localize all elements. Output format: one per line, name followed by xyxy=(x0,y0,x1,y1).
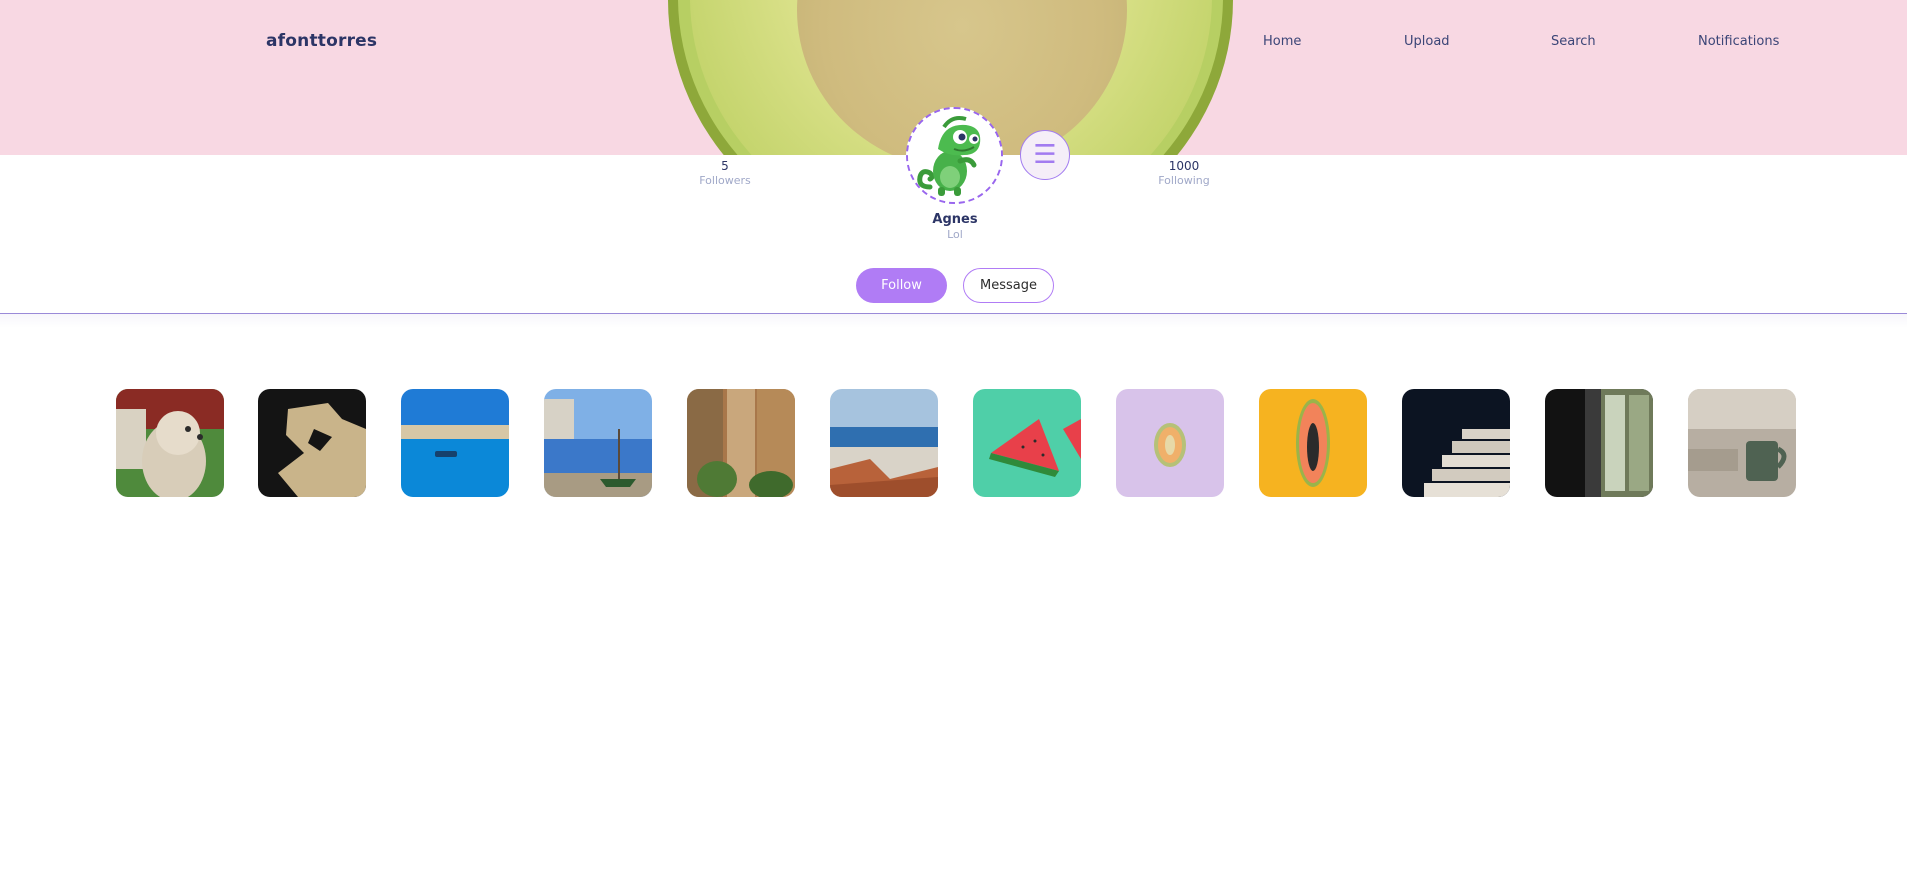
gallery-photo[interactable] xyxy=(1116,389,1224,497)
gallery-photo[interactable] xyxy=(116,389,224,497)
window-photo-icon xyxy=(1545,389,1653,497)
coffee-mug-photo-icon xyxy=(1688,389,1796,497)
dog-photo-icon xyxy=(116,389,224,497)
gallery-photo[interactable] xyxy=(544,389,652,497)
chameleon-avatar-icon xyxy=(908,109,1001,202)
profile-menu-button[interactable]: ☰ xyxy=(1020,130,1070,180)
message-button[interactable]: Message xyxy=(963,268,1054,303)
stone-alley-photo-icon xyxy=(687,389,795,497)
brand-logo[interactable]: afonttorres xyxy=(266,31,377,51)
papaya-photo-icon xyxy=(1259,389,1367,497)
paint-photo-icon xyxy=(258,389,366,497)
nav-upload[interactable]: Upload xyxy=(1404,34,1450,49)
melon-photo-icon xyxy=(1116,389,1224,497)
nav-search[interactable]: Search xyxy=(1551,34,1596,49)
followers-count: 5 xyxy=(721,159,729,173)
gallery-photo[interactable] xyxy=(830,389,938,497)
gallery-photo[interactable] xyxy=(1545,389,1653,497)
photo-gallery xyxy=(116,389,1796,497)
seaside-street-photo-icon xyxy=(544,389,652,497)
following-stat[interactable]: 1000 Following xyxy=(1124,159,1244,187)
follow-button[interactable]: Follow xyxy=(856,268,947,303)
profile-bio: Lol xyxy=(947,228,963,241)
profile-page: afonttorres Home Upload Search Notificat… xyxy=(0,0,1907,892)
gallery-photo[interactable] xyxy=(1688,389,1796,497)
followers-label: Followers xyxy=(699,174,751,187)
divider-shadow xyxy=(0,314,1907,328)
followers-stat[interactable]: 5 Followers xyxy=(665,159,785,187)
avatar xyxy=(906,107,1003,204)
gallery-photo[interactable] xyxy=(687,389,795,497)
profile-name: Agnes xyxy=(932,212,978,227)
rooftops-photo-icon xyxy=(830,389,938,497)
gallery-photo[interactable] xyxy=(973,389,1081,497)
gallery-photo[interactable] xyxy=(401,389,509,497)
watermelon-photo-icon xyxy=(973,389,1081,497)
gallery-photo[interactable] xyxy=(1259,389,1367,497)
books-photo-icon xyxy=(1402,389,1510,497)
nav-home[interactable]: Home xyxy=(1263,34,1301,49)
harbor-photo-icon xyxy=(401,389,509,497)
gallery-photo[interactable] xyxy=(258,389,366,497)
hamburger-menu-icon: ☰ xyxy=(1033,140,1057,170)
nav-notifications[interactable]: Notifications xyxy=(1698,34,1779,49)
gallery-photo[interactable] xyxy=(1402,389,1510,497)
following-count: 1000 xyxy=(1168,159,1200,173)
following-label: Following xyxy=(1158,174,1210,187)
